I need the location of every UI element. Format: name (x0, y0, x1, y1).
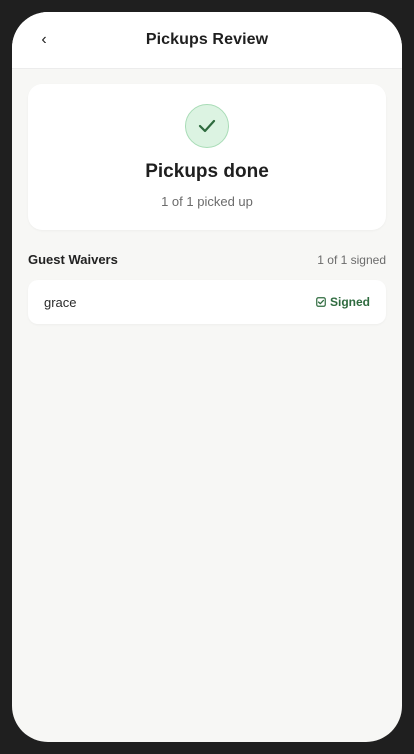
check-icon (185, 104, 229, 148)
back-button[interactable]: ‹ (34, 26, 54, 54)
signed-count: 1 of 1 signed (317, 252, 386, 267)
checkbox-checked-icon (316, 297, 326, 307)
list-item[interactable]: grace Signed (28, 280, 386, 324)
page-title: Pickups Review (145, 31, 269, 48)
chevron-left-icon: ‹ (41, 31, 47, 48)
top-bar: ‹ Pickups Review (12, 12, 402, 69)
phone-screen: ‹ Pickups Review Pickups done 1 of 1 pic… (12, 12, 402, 742)
pickup-summary-card: Pickups done 1 of 1 picked up (28, 84, 386, 230)
summary-title: Pickups done (145, 161, 269, 182)
summary-subtitle: 1 of 1 picked up (161, 194, 253, 209)
status-badge: Signed (316, 295, 370, 309)
section-title: Guest Waivers (28, 252, 118, 267)
waivers-section-header: Guest Waivers 1 of 1 signed (28, 252, 386, 267)
guest-name: grace (44, 294, 77, 310)
status-label: Signed (329, 295, 370, 309)
